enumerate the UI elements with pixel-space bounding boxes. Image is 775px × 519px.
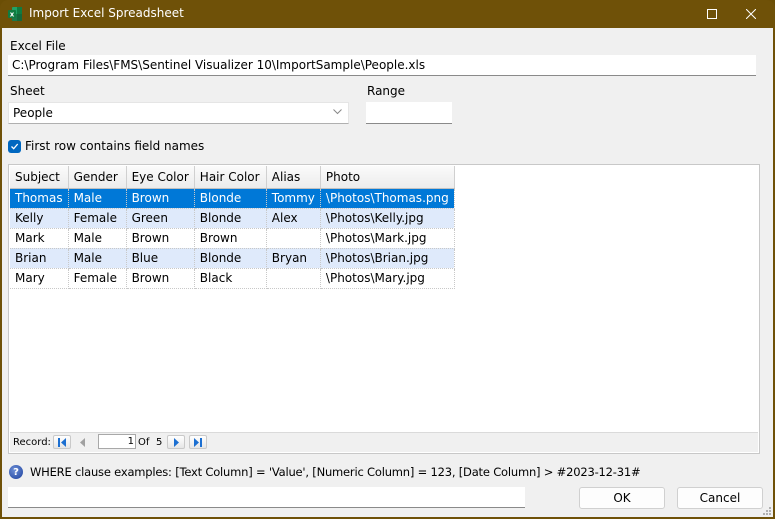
window-title: Import Excel Spreadsheet <box>29 6 184 20</box>
column-header-alias[interactable]: Alias <box>266 166 321 189</box>
column-header-eye-color[interactable]: Eye Color <box>126 166 195 189</box>
of-label: Of <box>138 437 150 448</box>
column-header-photo[interactable]: Photo <box>320 166 455 189</box>
sheet-select[interactable]: People <box>8 102 349 124</box>
range-input[interactable] <box>366 102 452 124</box>
maximize-button[interactable] <box>690 0 734 28</box>
cell[interactable]: Alex <box>266 208 321 229</box>
checkmark-icon <box>11 143 19 150</box>
resize-grip-icon[interactable] <box>762 506 772 516</box>
chevron-down-icon <box>333 107 342 118</box>
cell[interactable]: Thomas <box>10 188 69 209</box>
table-row[interactable]: Mary Female Brown Black \Photos\Mary.jpg <box>10 268 455 289</box>
header-row: Subject Gender Eye Color Hair Color Alia… <box>10 166 455 189</box>
svg-text:x: x <box>10 11 15 19</box>
ok-button[interactable]: OK <box>579 487 665 509</box>
cell[interactable] <box>266 228 321 249</box>
cell[interactable]: Male <box>68 188 127 209</box>
cell[interactable]: Female <box>68 208 127 229</box>
where-clause-hint: WHERE clause examples: [Text Column] = '… <box>30 465 641 479</box>
cell[interactable]: Mark <box>10 228 69 249</box>
sheet-label: Sheet <box>10 84 45 98</box>
cell[interactable]: \Photos\Mary.jpg <box>320 268 455 289</box>
cell[interactable]: Tommy <box>266 188 321 209</box>
close-icon <box>746 9 756 19</box>
table-row[interactable]: Mark Male Brown Brown \Photos\Mark.jpg <box>10 228 455 249</box>
cell[interactable]: Mary <box>10 268 69 289</box>
last-record-icon <box>194 437 202 447</box>
preview-grid[interactable]: Subject Gender Eye Color Hair Color Alia… <box>8 164 760 454</box>
column-header-hair-color[interactable]: Hair Color <box>194 166 267 189</box>
last-record-button[interactable] <box>189 435 207 449</box>
maximize-icon <box>707 9 717 19</box>
help-icon: ? <box>9 465 23 479</box>
cell[interactable]: Blonde <box>194 188 267 209</box>
range-label: Range <box>367 84 406 98</box>
table-row[interactable]: Brian Male Blue Blonde Bryan \Photos\Bri… <box>10 248 455 269</box>
cell[interactable]: Brown <box>126 228 195 249</box>
cell[interactable]: Male <box>68 228 127 249</box>
cell[interactable]: \Photos\Thomas.png <box>320 188 455 209</box>
excel-file-input[interactable] <box>8 55 756 76</box>
record-navigator: Record: 1 Of 5 <box>10 432 758 452</box>
cell[interactable]: Blonde <box>194 208 267 229</box>
cell[interactable]: Blonde <box>194 248 267 269</box>
cell[interactable]: \Photos\Kelly.jpg <box>320 208 455 229</box>
cell[interactable]: \Photos\Brian.jpg <box>320 248 455 269</box>
first-row-label: First row contains field names <box>25 139 205 153</box>
first-record-icon <box>58 437 66 447</box>
column-header-gender[interactable]: Gender <box>68 166 127 189</box>
table-row[interactable]: Kelly Female Green Blonde Alex \Photos\K… <box>10 208 455 229</box>
cell[interactable] <box>266 268 321 289</box>
first-row-checkbox[interactable] <box>8 140 21 153</box>
cancel-button[interactable]: Cancel <box>677 487 763 509</box>
cell[interactable]: Brown <box>126 188 195 209</box>
cell[interactable]: Brown <box>194 228 267 249</box>
column-header-subject[interactable]: Subject <box>10 166 69 189</box>
cell[interactable]: Brian <box>10 248 69 269</box>
record-label: Record: <box>13 437 51 448</box>
sheet-selected-value: People <box>13 106 53 120</box>
cell[interactable]: Black <box>194 268 267 289</box>
title-bar[interactable]: x Import Excel Spreadsheet <box>0 0 775 28</box>
cell[interactable]: \Photos\Mark.jpg <box>320 228 455 249</box>
where-clause-input[interactable] <box>8 487 525 508</box>
cell[interactable]: Blue <box>126 248 195 269</box>
cell[interactable]: Male <box>68 248 127 269</box>
next-record-button[interactable] <box>167 435 185 449</box>
record-count: 5 <box>156 437 163 448</box>
cell[interactable]: Kelly <box>10 208 69 229</box>
import-excel-dialog: x Import Excel Spreadsheet Excel File Sh… <box>0 0 775 519</box>
cell[interactable]: Female <box>68 268 127 289</box>
preview-table: Subject Gender Eye Color Hair Color Alia… <box>10 166 455 289</box>
previous-record-icon <box>80 437 85 447</box>
cell[interactable]: Bryan <box>266 248 321 269</box>
table-row[interactable]: Thomas Male Brown Blonde Tommy \Photos\T… <box>10 188 455 209</box>
current-record-input[interactable]: 1 <box>98 434 136 449</box>
previous-record-button[interactable] <box>74 435 92 449</box>
excel-file-label: Excel File <box>10 39 66 53</box>
excel-icon: x <box>8 7 22 21</box>
first-record-button[interactable] <box>53 435 71 449</box>
next-record-icon <box>174 437 179 447</box>
close-button[interactable] <box>729 0 773 28</box>
dialog-body: Excel File Sheet People Range First row … <box>2 28 773 517</box>
cell[interactable]: Brown <box>126 268 195 289</box>
cell[interactable]: Green <box>126 208 195 229</box>
